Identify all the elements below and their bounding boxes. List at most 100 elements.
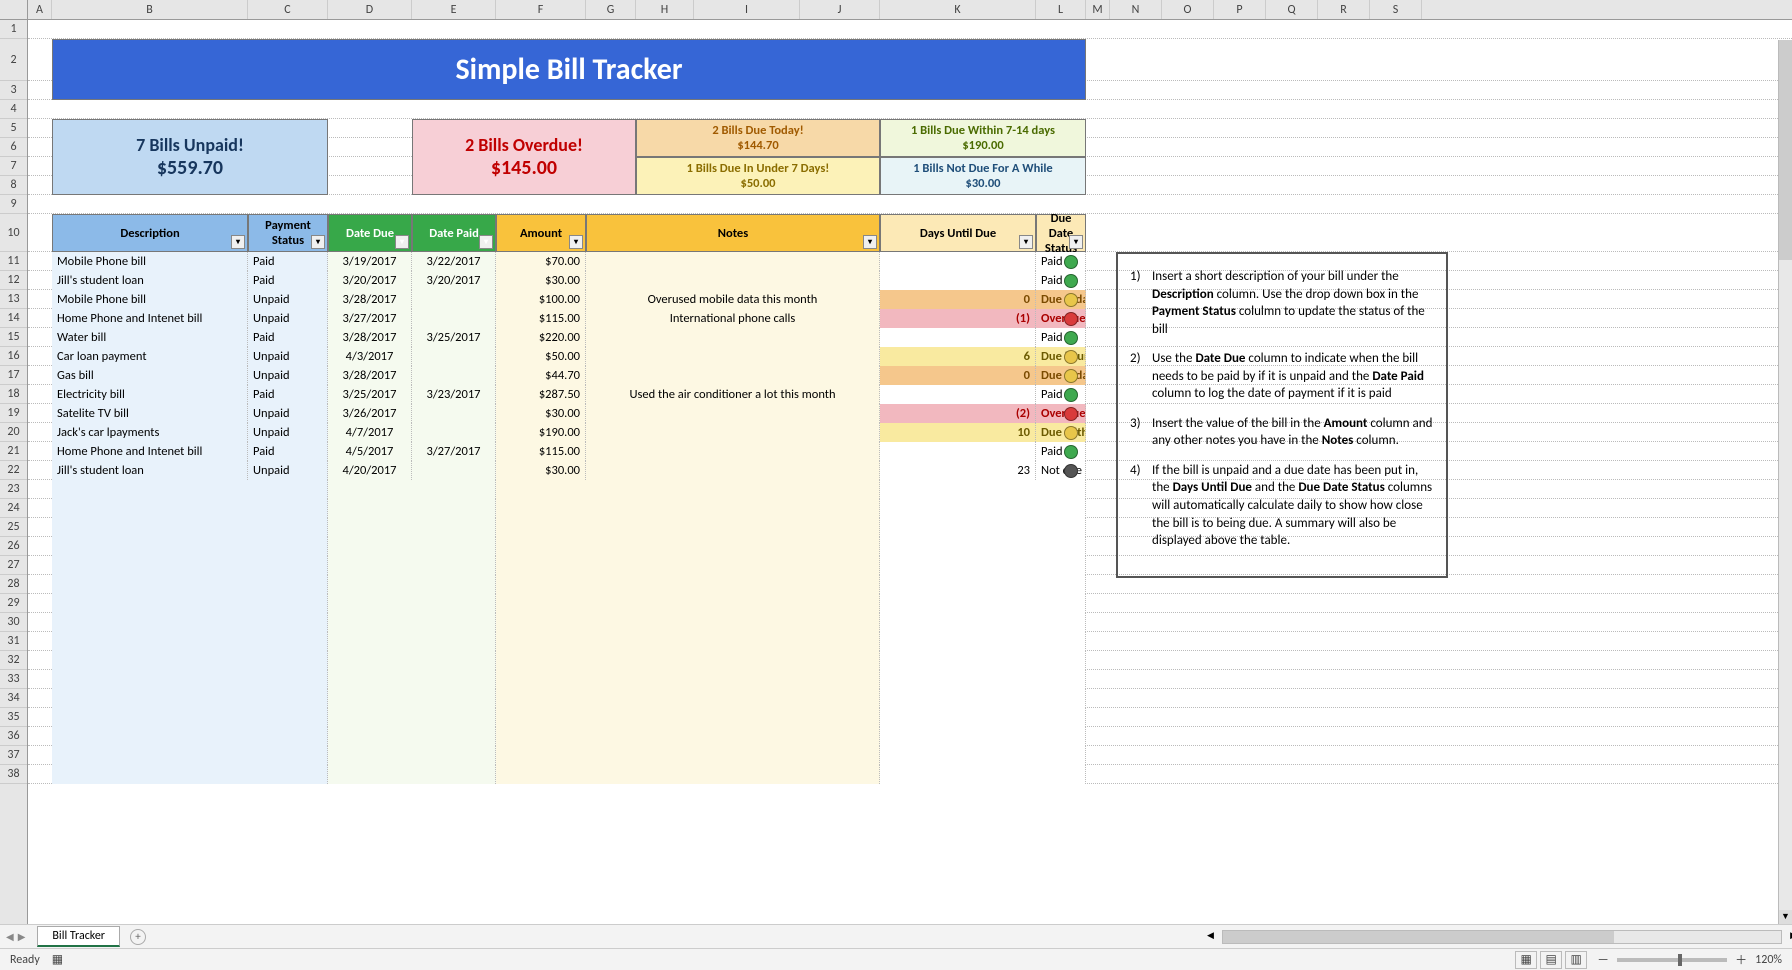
empty-cell[interactable] — [52, 727, 328, 746]
empty-cell[interactable] — [52, 689, 328, 708]
filter-button[interactable]: ▾ — [479, 235, 493, 249]
cell-status[interactable]: Paid — [248, 385, 328, 404]
cell-desc[interactable]: Jill's student loan — [52, 271, 248, 290]
filter-button[interactable]: ▾ — [569, 235, 583, 249]
row-header-20[interactable]: 20 — [0, 423, 27, 442]
select-all-corner[interactable] — [0, 0, 28, 19]
cell-notes[interactable]: Used the air conditioner a lot this mont… — [586, 385, 880, 404]
cell-dstat[interactable]: Paid — [1036, 442, 1086, 461]
cell-due[interactable]: 4/20/2017 — [328, 461, 412, 480]
row-header-32[interactable]: 32 — [0, 651, 27, 670]
cell-notes[interactable]: International phone calls — [586, 309, 880, 328]
row-header-4[interactable]: 4 — [0, 100, 27, 119]
cell-notes[interactable] — [586, 252, 880, 271]
empty-cell[interactable] — [52, 632, 328, 651]
empty-cell[interactable] — [496, 556, 880, 575]
empty-cell[interactable] — [52, 765, 328, 784]
row-header-8[interactable]: 8 — [0, 176, 27, 195]
cell-days[interactable] — [880, 252, 1036, 271]
cell-days[interactable]: 0 — [880, 366, 1036, 385]
cell-paid[interactable] — [412, 366, 496, 385]
empty-cell[interactable] — [328, 556, 496, 575]
cell-status[interactable]: Unpaid — [248, 347, 328, 366]
empty-cell[interactable] — [328, 518, 496, 537]
row-header-31[interactable]: 31 — [0, 632, 27, 651]
empty-cell[interactable] — [328, 594, 496, 613]
empty-cell[interactable] — [880, 746, 1086, 765]
cell-notes[interactable]: Overused mobile data this month — [586, 290, 880, 309]
cell-amount[interactable]: $70.00 — [496, 252, 586, 271]
zoom-percent-label[interactable]: 120% — [1755, 953, 1782, 967]
col-header-K[interactable]: K — [880, 0, 1036, 19]
col-header-M[interactable]: M — [1086, 0, 1110, 19]
sheet-tab-active[interactable]: Bill Tracker — [37, 926, 120, 947]
col-header-S[interactable]: S — [1370, 0, 1422, 19]
col-header-C[interactable]: C — [248, 0, 328, 19]
row-header-2[interactable]: 2 — [0, 39, 27, 81]
cell-status[interactable]: Unpaid — [248, 423, 328, 442]
empty-cell[interactable] — [52, 537, 328, 556]
row-header-9[interactable]: 9 — [0, 195, 27, 214]
cell-desc[interactable]: Water bill — [52, 328, 248, 347]
row-header-14[interactable]: 14 — [0, 309, 27, 328]
empty-cell[interactable] — [328, 708, 496, 727]
filter-button[interactable]: ▾ — [311, 235, 325, 249]
empty-cell[interactable] — [328, 765, 496, 784]
empty-cell[interactable] — [496, 632, 880, 651]
col-header-A[interactable]: A — [28, 0, 52, 19]
filter-button[interactable]: ▾ — [1019, 235, 1033, 249]
empty-cell[interactable] — [328, 632, 496, 651]
row-header-15[interactable]: 15 — [0, 328, 27, 347]
view-page-layout-button[interactable]: ▤ — [1540, 951, 1562, 969]
cell-days[interactable]: 23 — [880, 461, 1036, 480]
cell-notes[interactable] — [586, 366, 880, 385]
empty-cell[interactable] — [496, 613, 880, 632]
empty-cell[interactable] — [496, 689, 880, 708]
empty-cell[interactable] — [52, 746, 328, 765]
empty-cell[interactable] — [52, 613, 328, 632]
cell-status[interactable]: Unpaid — [248, 290, 328, 309]
empty-cell[interactable] — [328, 670, 496, 689]
row-header-33[interactable]: 33 — [0, 670, 27, 689]
cell-due[interactable]: 4/7/2017 — [328, 423, 412, 442]
cell-status[interactable]: Paid — [248, 328, 328, 347]
cell-status[interactable]: Unpaid — [248, 404, 328, 423]
cell-desc[interactable]: Home Phone and Intenet bill — [52, 442, 248, 461]
cell-desc[interactable]: Jack's car lpayments — [52, 423, 248, 442]
horizontal-scrollbar[interactable]: ◀ ▶ — [1222, 930, 1782, 944]
empty-cell[interactable] — [496, 746, 880, 765]
zoom-out-button[interactable]: － — [1597, 951, 1609, 968]
empty-cell[interactable] — [52, 670, 328, 689]
cell-paid[interactable] — [412, 404, 496, 423]
cell-amount[interactable]: $115.00 — [496, 442, 586, 461]
cell-amount[interactable]: $190.00 — [496, 423, 586, 442]
row-header-18[interactable]: 18 — [0, 385, 27, 404]
row-header-26[interactable]: 26 — [0, 537, 27, 556]
cell-due[interactable]: 3/28/2017 — [328, 366, 412, 385]
add-sheet-button[interactable]: + — [130, 929, 146, 945]
cell-days[interactable] — [880, 271, 1036, 290]
empty-cell[interactable] — [880, 670, 1086, 689]
row-header-16[interactable]: 16 — [0, 347, 27, 366]
cell-amount[interactable]: $30.00 — [496, 271, 586, 290]
view-page-break-button[interactable]: ▥ — [1565, 951, 1587, 969]
empty-cell[interactable] — [328, 727, 496, 746]
macro-record-icon[interactable]: ▦ — [52, 952, 63, 967]
cell-dstat[interactable]: Due today! — [1036, 290, 1086, 309]
cell-desc[interactable]: Home Phone and Intenet bill — [52, 309, 248, 328]
cell-due[interactable]: 3/28/2017 — [328, 328, 412, 347]
empty-cell[interactable] — [328, 689, 496, 708]
col-header-G[interactable]: G — [586, 0, 636, 19]
empty-cell[interactable] — [496, 575, 880, 594]
cell-desc[interactable]: Mobile Phone bill — [52, 252, 248, 271]
empty-cell[interactable] — [880, 499, 1086, 518]
empty-cell[interactable] — [52, 575, 328, 594]
row-header-28[interactable]: 28 — [0, 575, 27, 594]
cell-notes[interactable] — [586, 461, 880, 480]
empty-cell[interactable] — [880, 727, 1086, 746]
cell-notes[interactable] — [586, 404, 880, 423]
cell-desc[interactable]: Jill's student loan — [52, 461, 248, 480]
cell-amount[interactable]: $30.00 — [496, 461, 586, 480]
empty-cell[interactable] — [496, 537, 880, 556]
col-header-E[interactable]: E — [412, 0, 496, 19]
